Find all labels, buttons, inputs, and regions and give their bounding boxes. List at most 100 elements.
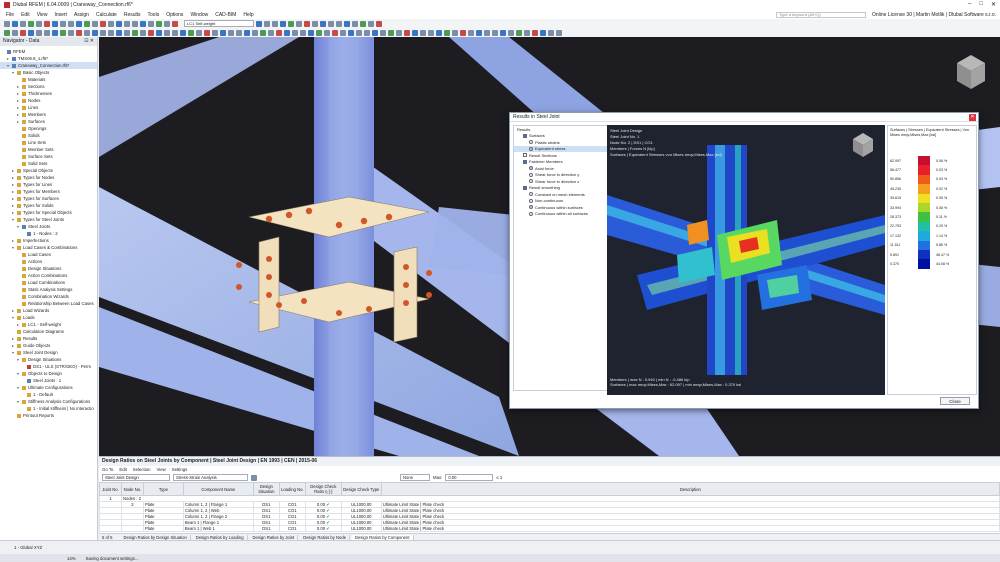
table-menu-item[interactable]: View [156,467,165,472]
toolbar-tool-icon[interactable] [368,20,374,27]
radio-button[interactable] [529,140,533,145]
toolbar-tool-icon[interactable] [12,20,18,27]
navigator-item[interactable]: ▸ Types for Nodes [0,174,97,181]
navigator-item[interactable]: ▾ Stiffness Analysis Configurations [0,398,97,405]
toolbar-tool-icon[interactable] [68,20,74,27]
expand-arrow-icon[interactable]: ▾ [12,315,16,320]
toolbar-tool-icon[interactable] [404,29,410,36]
toolbar-tool-icon[interactable] [20,29,26,36]
column-header[interactable]: Type [142,482,184,496]
toolbar-tool-icon[interactable] [148,20,154,27]
toolbar-tool-icon[interactable] [264,20,270,27]
navigator-item[interactable]: 1 - Nodes : 2 [0,230,97,237]
radio-button[interactable] [529,172,533,177]
navigator-item[interactable]: ▾ Load Cases & Combinations [0,244,97,251]
expand-arrow-icon[interactable]: ▾ [17,357,21,362]
navigator-item[interactable]: Actions [0,258,97,265]
toolbar-tool-icon[interactable] [364,29,370,36]
toolbar-tool-icon[interactable] [556,29,562,36]
table-tab[interactable]: Design Ratios by Joint [250,534,299,540]
column-header[interactable]: Description [380,482,1000,496]
max-value-field[interactable]: 0.00 [445,474,494,481]
navigator-item[interactable]: ▸ Special Objects [0,167,97,174]
toolbar-tool-icon[interactable] [124,20,130,27]
navigator-item[interactable]: ▸ Results [0,335,97,342]
table-tab[interactable]: Design Ratios by Design Situation [120,534,191,540]
navigator-item[interactable]: ▸ Types for Special Objects [0,209,97,216]
toolbar-tool-icon[interactable] [68,29,74,36]
expand-arrow-icon[interactable]: ▸ [17,105,21,110]
toolbar-tool-icon[interactable] [172,29,178,36]
toolbar-tool-icon[interactable] [468,29,474,36]
toolbar-tool-icon[interactable] [508,29,514,36]
toolbar-tool-icon[interactable] [476,29,482,36]
toolbar-tool-icon[interactable] [548,29,554,36]
table-tab[interactable]: Design Ratios by Node [300,534,351,540]
expand-arrow-icon[interactable]: ▸ [12,189,16,194]
expand-arrow-icon[interactable]: ▸ [17,84,21,89]
toolbar-tool-icon[interactable] [12,29,18,36]
toolbar-tool-icon[interactable] [140,29,146,36]
toolbar-tool-icon[interactable] [140,20,146,27]
toolbar-tool-icon[interactable] [36,29,42,36]
toolbar-tool-icon[interactable] [316,29,322,36]
toolbar-tool-icon[interactable] [252,29,258,36]
checkbox[interactable] [523,159,527,164]
menu-file[interactable]: File [6,12,14,18]
toolbar-tool-icon[interactable] [156,29,162,36]
toolbar-tool-icon[interactable] [100,29,106,36]
toolbar-tool-icon[interactable] [108,20,114,27]
navigator-item[interactable]: Load Cases [0,251,97,258]
checkbox[interactable] [523,153,527,158]
toolbar-tool-icon[interactable] [84,20,90,27]
toolbar-tool-icon[interactable] [340,29,346,36]
toolbar-tool-icon[interactable] [196,29,202,36]
toolbar-tool-icon[interactable] [52,29,58,36]
navigator-item[interactable]: ▸ Surfaces [0,118,97,125]
toolbar-tool-icon[interactable] [20,20,26,27]
column-header[interactable]: Design Check Ratio η [-] [304,482,342,496]
menu-assign[interactable]: Assign [74,12,89,18]
toolbar-tool-icon[interactable] [324,29,330,36]
toolbar-tool-icon[interactable] [460,29,466,36]
navigator-item[interactable]: RFEM [0,48,97,55]
navigator-item[interactable]: ▸ TMS06.9_1.rf6* [0,55,97,62]
toolbar-tool-icon[interactable] [92,20,98,27]
navigator-item[interactable]: ▾ Types for Steel Joints [0,216,97,223]
radio-button[interactable] [529,179,533,184]
column-header[interactable]: Design Situation [252,482,280,496]
toolbar-tool-icon[interactable] [60,20,66,27]
expand-arrow-icon[interactable]: ▸ [12,336,16,341]
toolbar-tool-icon[interactable] [288,20,294,27]
column-header[interactable]: Loading No. [278,482,306,496]
close-button[interactable]: Close [940,397,970,405]
toolbar-tool-icon[interactable] [516,29,522,36]
navigator-pin-icon[interactable]: ⊡ ✕ [84,37,94,46]
toolbar-tool-icon[interactable] [188,29,194,36]
toolbar-tool-icon[interactable] [228,29,234,36]
toolbar-tool-icon[interactable] [388,29,394,36]
analysis-type-select[interactable]: Stress-Strain Analysis [173,474,248,481]
radio-button[interactable] [529,166,533,171]
toolbar-tool-icon[interactable] [92,29,98,36]
toolbar-tool-icon[interactable] [268,29,274,36]
expand-arrow-icon[interactable]: ▸ [12,168,16,173]
navigator-item[interactable]: ▸ Imperfections [0,237,97,244]
toolbar-tool-icon[interactable] [76,20,82,27]
checkbox[interactable] [523,133,527,138]
navigator-item[interactable]: ▸ Load Wizards [0,307,97,314]
toolbar-tool-icon[interactable] [352,20,358,27]
navigator-item[interactable]: Member Sets [0,146,97,153]
navigator-item[interactable]: Combination Wizards [0,293,97,300]
result-option[interactable]: Continuous within all surfaces [514,211,607,218]
view-cube-icon[interactable] [957,55,985,89]
toolbar-tool-icon[interactable] [116,20,122,27]
toolbar-tool-icon[interactable] [492,29,498,36]
navigator-item[interactable]: Openings [0,125,97,132]
navigator-item[interactable]: 1 - Default [0,391,97,398]
navigator-item[interactable]: ▾ Craneway_Connection.rf6* [0,62,97,69]
toolbar-tool-icon[interactable] [320,20,326,27]
column-header[interactable]: Joint No. [99,482,122,496]
toolbar-tool-icon[interactable] [300,29,306,36]
toolbar-tool-icon[interactable] [132,20,138,27]
